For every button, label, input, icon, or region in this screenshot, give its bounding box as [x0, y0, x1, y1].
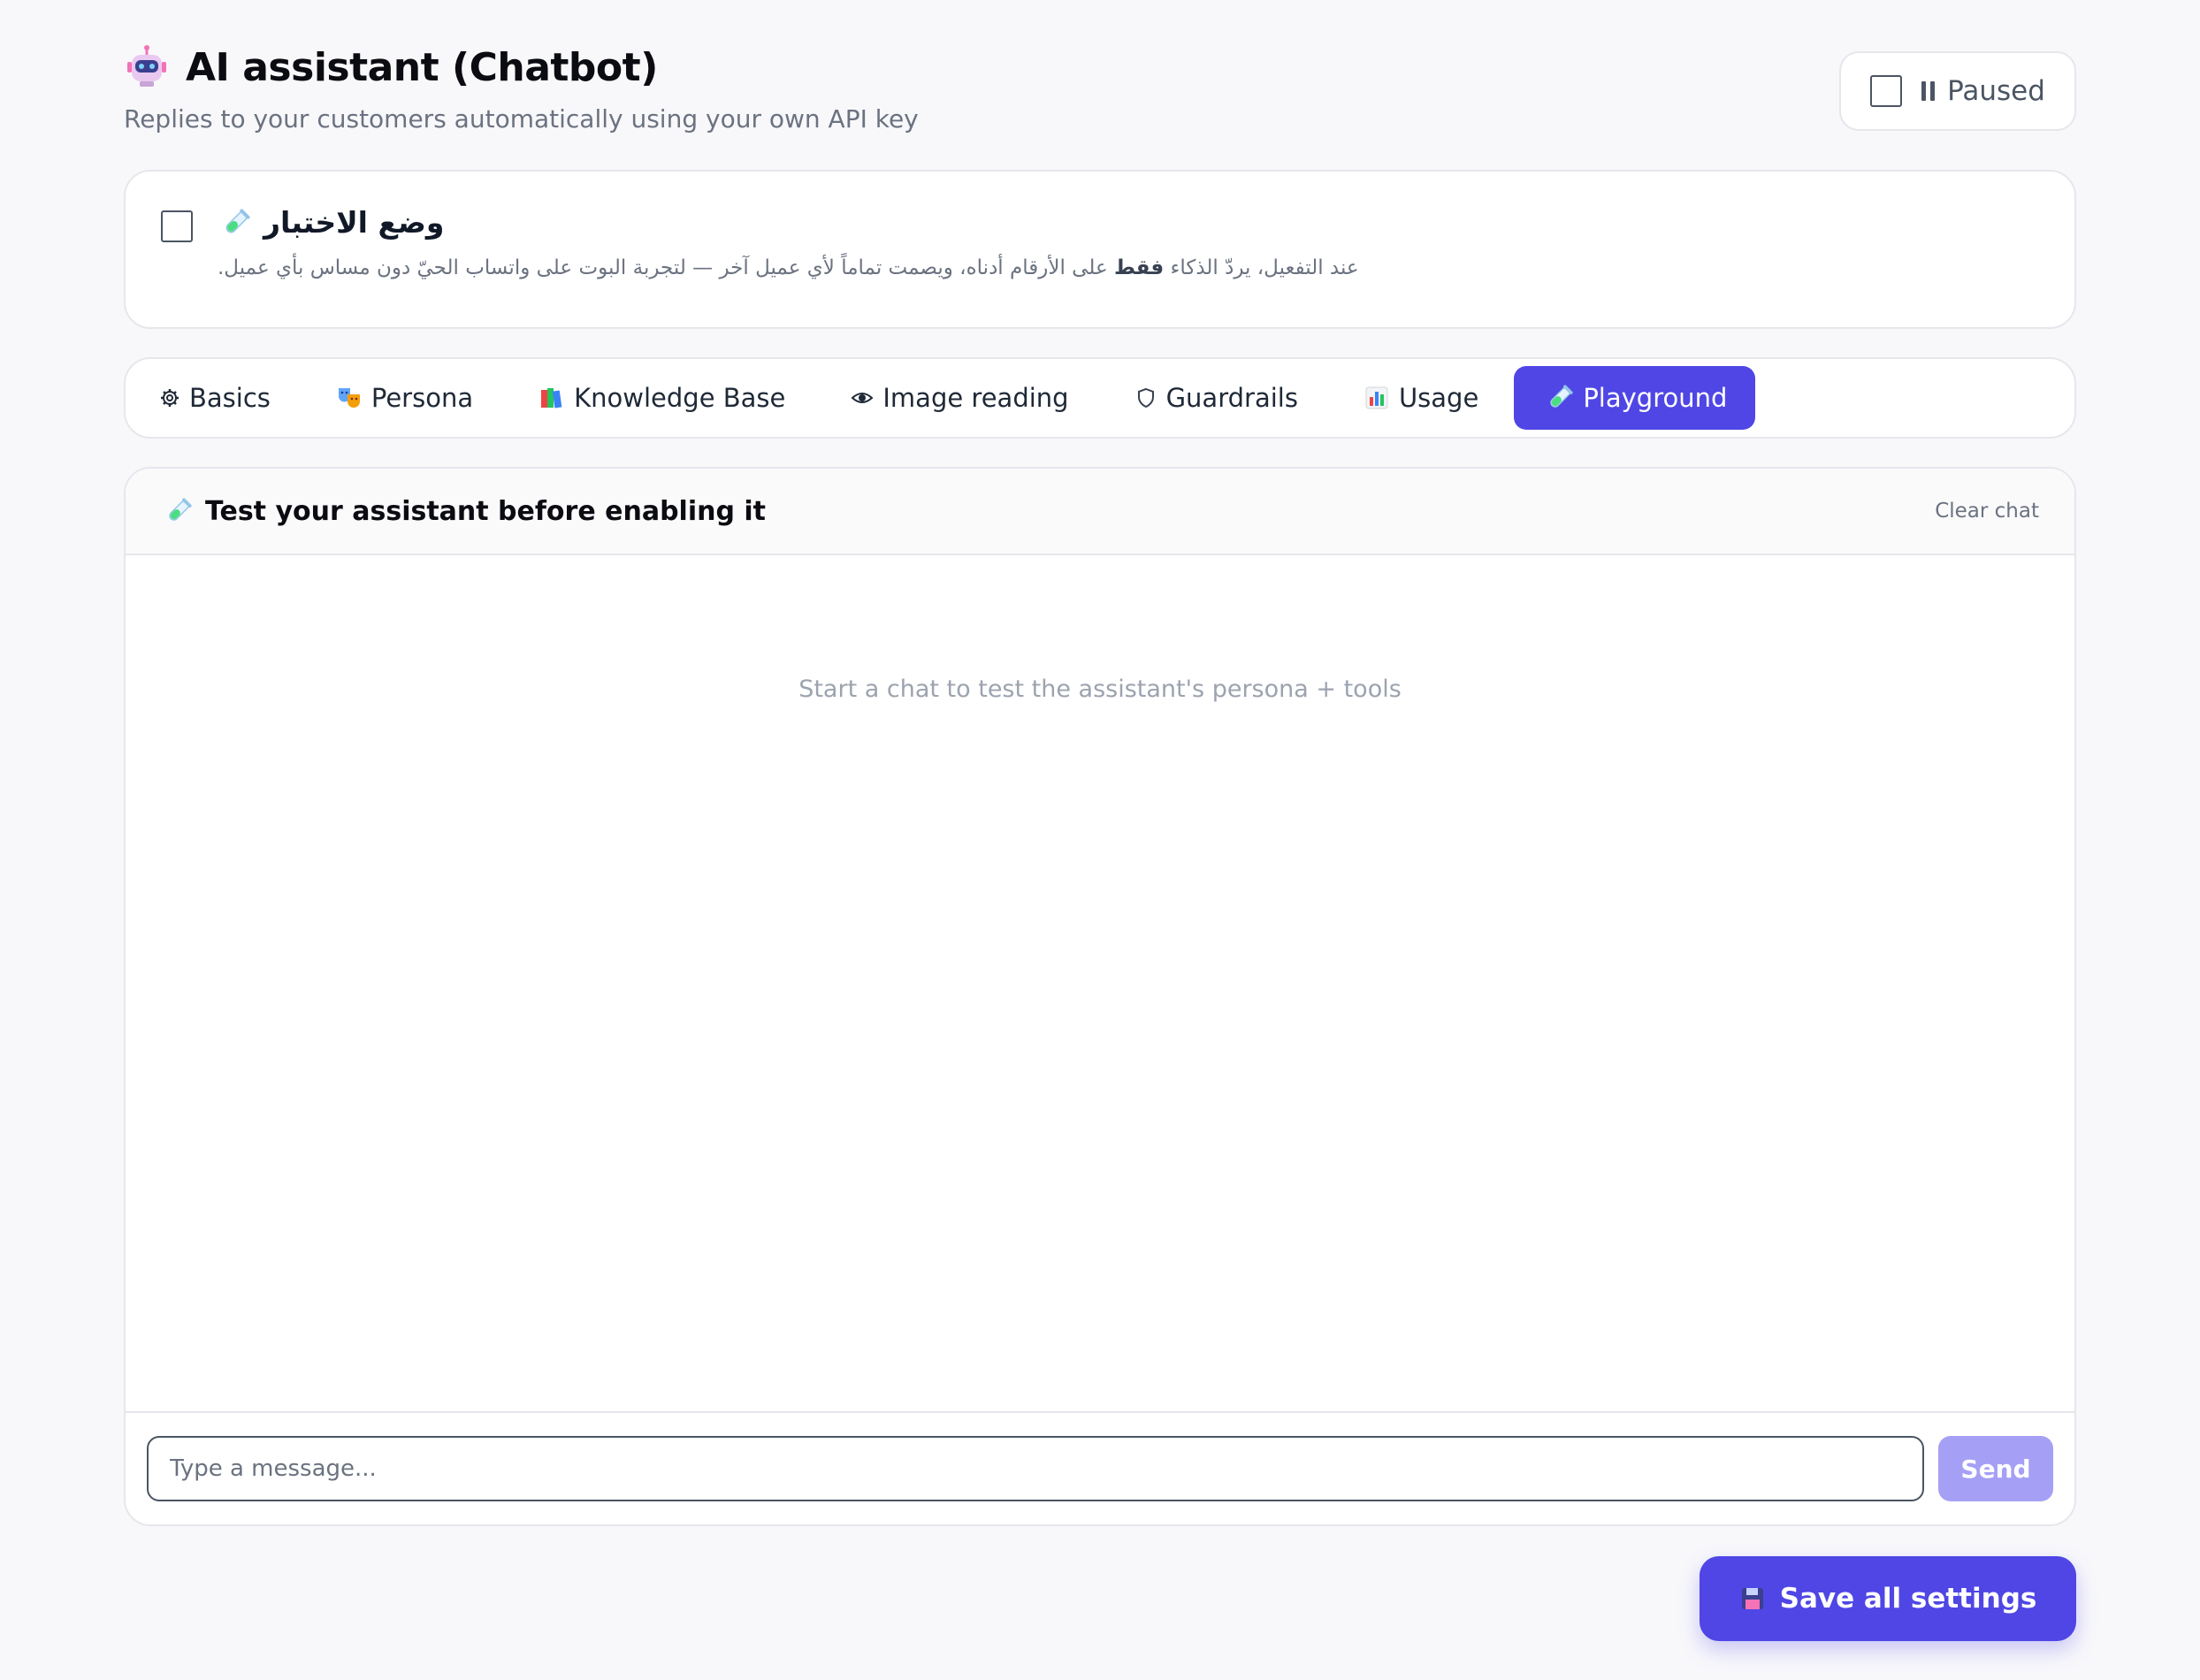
test-mode-description: عند التفعيل، يردّ الذكاء فقط على الأرقام… — [218, 256, 1359, 279]
paused-checkbox[interactable] — [1870, 75, 1903, 107]
tab-playground-label: Playground — [1583, 383, 1728, 413]
tab-knowledge-base[interactable]: Knowledge Base — [505, 366, 817, 430]
pause-icon — [1921, 81, 1936, 101]
save-all-settings-button[interactable]: Save all settings — [1700, 1556, 2076, 1641]
tab-persona-label: Persona — [370, 383, 474, 413]
test-mode-card: وضع الاختبار عند التفعيل، يردّ الذكاء فق… — [124, 170, 2076, 329]
chat-composer: Send — [126, 1411, 2074, 1524]
test-tube-icon — [1550, 385, 1574, 408]
books-icon — [541, 388, 562, 409]
tab-guardrails-label: Guardrails — [1165, 383, 1298, 413]
shield-icon — [1137, 387, 1154, 409]
tab-usage-label: Usage — [1398, 383, 1479, 413]
tab-image-reading-label: Image reading — [882, 383, 1069, 413]
test-mode-title: وضع الاختبار — [221, 205, 444, 240]
tab-basics-label: Basics — [189, 383, 271, 413]
test-mode-checkbox[interactable] — [161, 210, 193, 242]
clear-chat-button[interactable]: Clear chat — [1935, 500, 2039, 523]
page-subtitle: Replies to your customers automatically … — [124, 104, 919, 134]
test-mode-desc-part1: عند التفعيل، يردّ الذكاء — [1164, 256, 1359, 279]
gear-icon — [161, 389, 179, 407]
title-row: AI assistant (Chatbot) — [124, 44, 2076, 90]
eye-icon — [851, 393, 874, 403]
test-tube-icon — [225, 208, 250, 233]
settings-tabs: Basics Persona Knowledge Base Image read… — [124, 357, 2076, 439]
paused-label: Paused — [1947, 75, 2045, 107]
tab-knowledge-base-label: Knowledge Base — [574, 383, 786, 413]
chat-empty-state: Start a chat to test the assistant's per… — [798, 676, 1402, 703]
page-header: AI assistant (Chatbot) Replies to your c… — [124, 44, 2076, 141]
message-input[interactable] — [147, 1436, 1924, 1501]
floppy-disk-icon — [1741, 1588, 1763, 1609]
page-title: AI assistant (Chatbot) — [186, 44, 658, 90]
tab-image-reading[interactable]: Image reading — [817, 366, 1100, 430]
playground-panel: Test your assistant before enabling it C… — [124, 467, 2076, 1526]
test-mode-desc-part2: على الأرقام أدناه، ويصمت تماماً لأي عميل… — [218, 256, 1114, 279]
test-mode-desc-emphasis: فقط — [1114, 256, 1165, 279]
robot-icon — [127, 45, 166, 87]
theater-masks-icon — [338, 388, 360, 408]
tab-usage[interactable]: Usage — [1330, 366, 1510, 430]
playground-title-text: Test your assistant before enabling it — [205, 495, 767, 527]
paused-toggle[interactable]: Paused — [1839, 51, 2076, 131]
save-all-settings-label: Save all settings — [1779, 1583, 2037, 1615]
test-mode-label: وضع الاختبار — [264, 205, 445, 240]
chat-messages: Start a chat to test the assistant's per… — [126, 555, 2074, 1411]
tab-basics[interactable]: Basics — [159, 366, 302, 430]
tab-persona[interactable]: Persona — [302, 366, 505, 430]
tab-guardrails[interactable]: Guardrails — [1101, 366, 1330, 430]
bar-chart-icon — [1365, 386, 1388, 409]
test-tube-icon — [169, 498, 192, 521]
playground-title: Test your assistant before enabling it — [164, 496, 766, 527]
paused-status: Paused — [1921, 75, 2045, 107]
send-button[interactable]: Send — [1938, 1436, 2053, 1501]
tab-playground[interactable]: Playground — [1514, 366, 1756, 430]
playground-header: Test your assistant before enabling it C… — [126, 469, 2074, 555]
